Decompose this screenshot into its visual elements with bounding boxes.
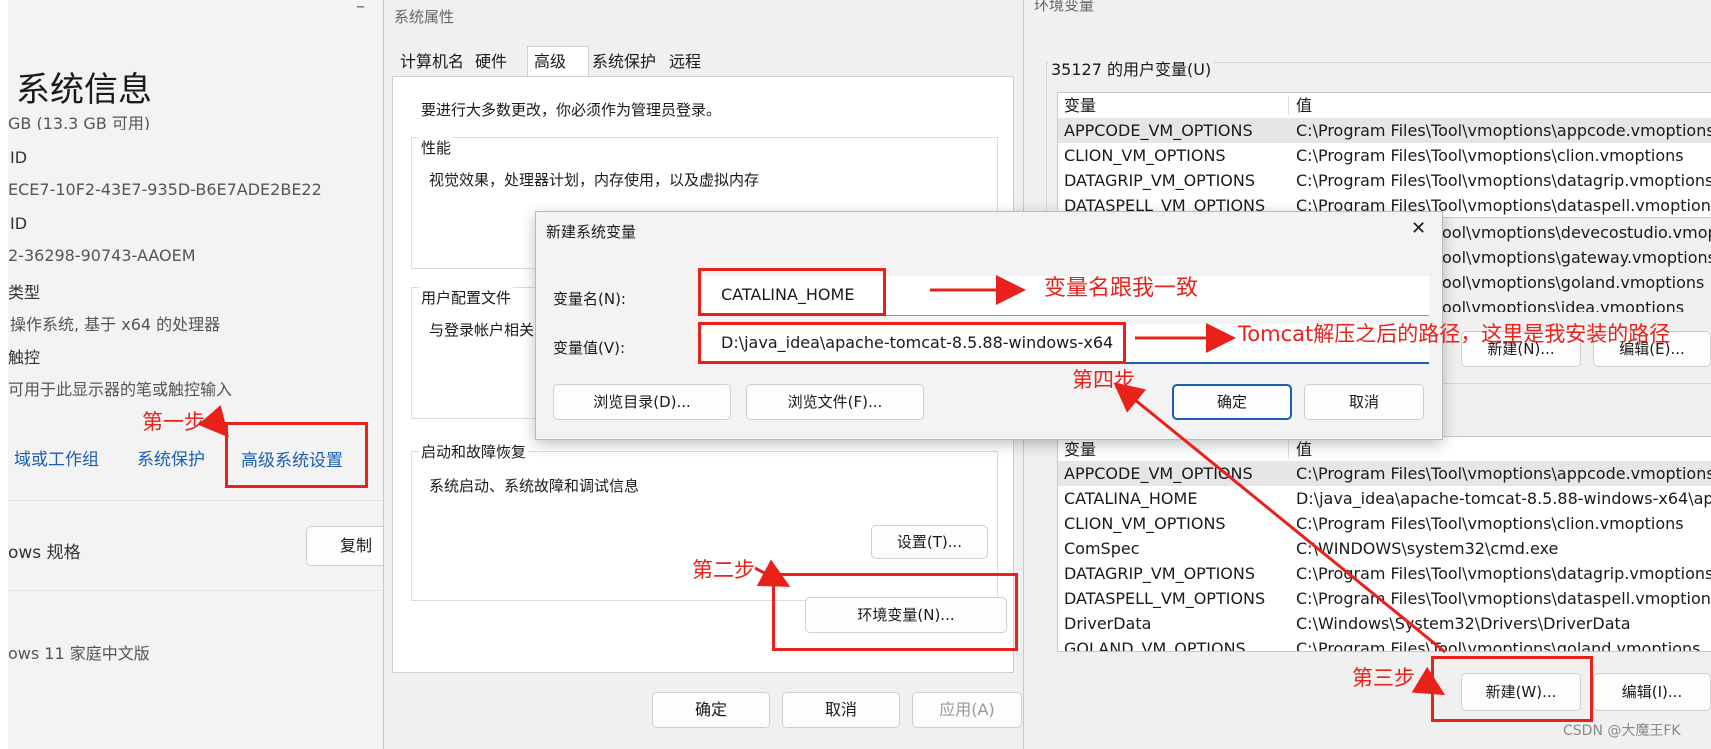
arrow-step4 <box>1113 382 1446 654</box>
watermark: CSDN @大魔王FK <box>1563 723 1681 739</box>
arrow-step1 <box>197 405 229 438</box>
annotation-arrows <box>197 275 1446 696</box>
arrow-step2 <box>754 559 791 587</box>
arrow-step3 <box>1411 666 1446 696</box>
